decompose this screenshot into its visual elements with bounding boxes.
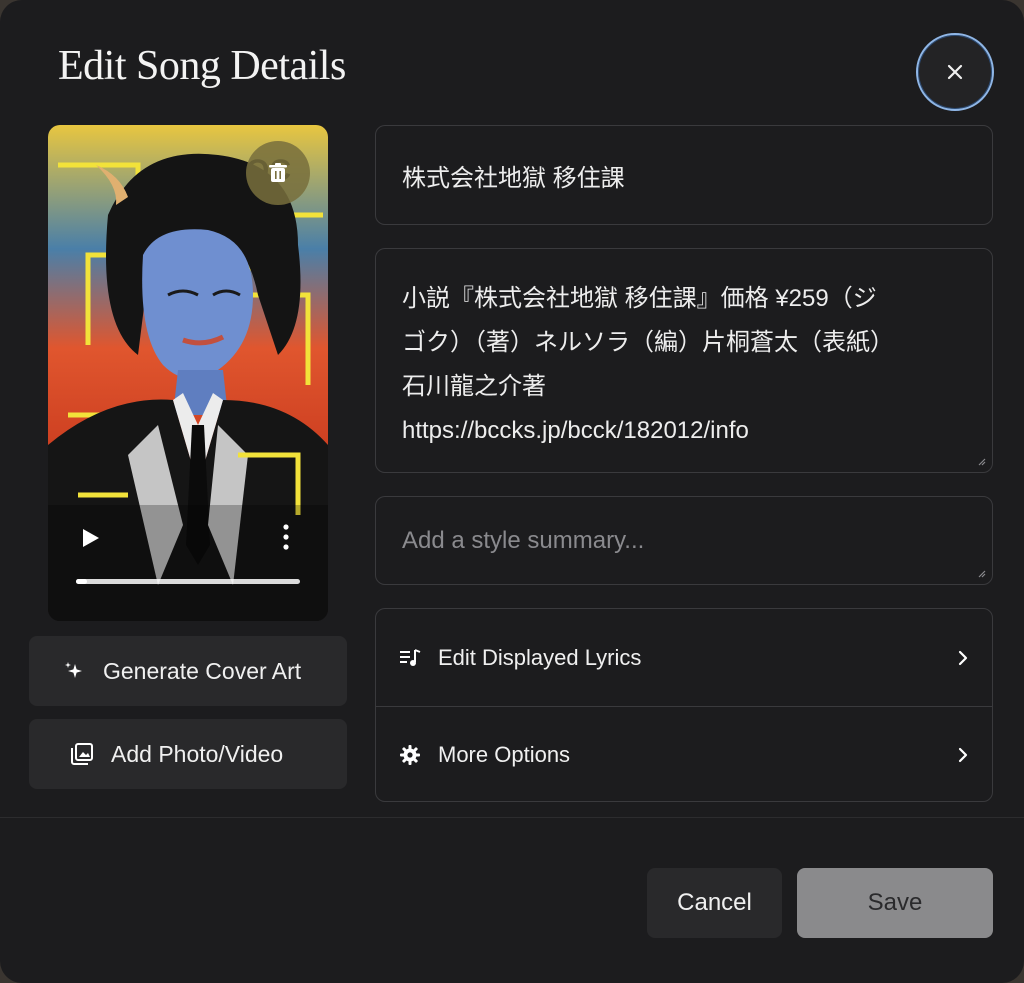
- description-line: ゴク）（著）ネルソラ（編）片桐蒼太（表紙）: [402, 329, 894, 356]
- chevron-right-icon: [958, 650, 968, 665]
- close-button[interactable]: [916, 33, 994, 111]
- resize-handle-icon[interactable]: [976, 456, 986, 466]
- sparkle-icon: [61, 658, 87, 684]
- options-list: Edit Displayed Lyrics More Options: [375, 608, 993, 802]
- cancel-button[interactable]: Cancel: [647, 868, 782, 938]
- description-textarea[interactable]: 小説『株式会社地獄 移住課』価格 ¥259（ジ ゴク）（著）ネルソラ（編）片桐蒼…: [375, 248, 993, 473]
- add-photo-video-button[interactable]: Add Photo/Video: [29, 719, 347, 789]
- edit-displayed-lyrics-item[interactable]: Edit Displayed Lyrics: [376, 609, 992, 706]
- generate-cover-art-label: Generate Cover Art: [103, 657, 302, 684]
- save-button[interactable]: Save: [797, 868, 993, 938]
- description-line: 石川龍之介著: [402, 373, 546, 400]
- song-title-input[interactable]: 株式会社地獄 移住課: [375, 125, 993, 225]
- more-options-label: More Options: [438, 742, 571, 767]
- edit-song-dialog: Edit Song Details Generate Cover Art Add…: [0, 0, 1024, 983]
- more-options-item[interactable]: More Options: [376, 706, 992, 801]
- style-summary-placeholder: Add a style summary...: [402, 526, 645, 554]
- footer-divider: [0, 817, 1024, 818]
- song-title-value: 株式会社地獄 移住課: [402, 164, 625, 192]
- playback-progress-fill: [76, 579, 88, 584]
- style-summary-textarea[interactable]: Add a style summary...: [375, 496, 993, 585]
- close-icon: [947, 64, 963, 80]
- add-photo-video-label: Add Photo/Video: [111, 740, 284, 767]
- lyrics-icon: [400, 647, 422, 669]
- cover-art-preview[interactable]: RELOC: [48, 125, 328, 621]
- more-vertical-icon[interactable]: [280, 523, 292, 551]
- play-icon[interactable]: [82, 528, 100, 548]
- dialog-title: Edit Song Details: [58, 43, 346, 89]
- trash-icon: [269, 163, 287, 182]
- playback-progress-bar[interactable]: [76, 579, 300, 584]
- description-line: 小説『株式会社地獄 移住課』価格 ¥259（ジ: [402, 285, 877, 312]
- gear-icon: [400, 744, 422, 766]
- edit-displayed-lyrics-label: Edit Displayed Lyrics: [438, 644, 642, 670]
- resize-handle-icon[interactable]: [976, 568, 986, 578]
- photo-library-icon: [69, 741, 95, 767]
- delete-cover-button[interactable]: [246, 141, 310, 205]
- description-line: https://bccks.jp/bcck/182012/info: [402, 417, 749, 444]
- chevron-right-icon: [958, 747, 968, 763]
- generate-cover-art-button[interactable]: Generate Cover Art: [29, 636, 347, 706]
